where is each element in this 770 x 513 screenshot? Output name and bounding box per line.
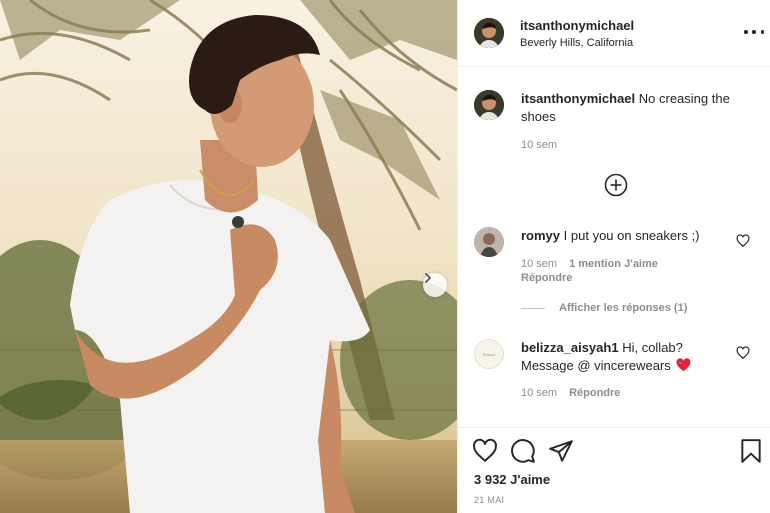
post-location[interactable]: Beverly Hills, California <box>520 37 633 49</box>
avatar-image: Belizza <box>475 340 503 368</box>
comment-meta: 10 sem Répondre <box>521 387 620 399</box>
post-header: itsanthonymichael Beverly Hills, Califor… <box>458 0 770 67</box>
more-options-icon[interactable] <box>744 24 764 40</box>
comment-likes[interactable]: 1 mention J'aime <box>569 258 658 270</box>
chevron-right-icon <box>425 273 431 283</box>
avatar[interactable]: Belizza <box>474 339 504 369</box>
comment-text: belizza_aisyah1 Hi, collab? Message @ vi… <box>521 339 736 375</box>
reply-button[interactable]: Répondre <box>521 272 572 284</box>
comment-icon[interactable] <box>510 438 536 464</box>
comment-meta: 10 sem 1 mention J'aime <box>521 258 658 270</box>
caption-text: itsanthonymichael No creasing the shoes <box>521 90 751 126</box>
add-circle-icon[interactable] <box>604 173 628 197</box>
avatar[interactable] <box>474 90 504 120</box>
svg-text:Belizza: Belizza <box>483 352 495 357</box>
comment-body: I put you on sneakers ;) <box>563 228 700 243</box>
caption-time[interactable]: 10 sem <box>521 139 557 151</box>
comment-time[interactable]: 10 sem <box>521 387 557 399</box>
view-replies-button[interactable]: Afficher les réponses (1) <box>521 302 687 314</box>
avatar-image <box>474 18 504 48</box>
avatar-image <box>474 90 504 120</box>
comment-username[interactable]: romyy <box>521 228 560 243</box>
bookmark-icon[interactable] <box>738 438 764 464</box>
post-username[interactable]: itsanthonymichael <box>520 18 634 33</box>
reply-button[interactable]: Répondre <box>569 387 620 399</box>
avatar-image <box>474 227 504 257</box>
heart-icon[interactable] <box>472 438 498 464</box>
share-icon[interactable] <box>548 438 574 464</box>
avatar[interactable] <box>474 18 504 48</box>
heart-icon[interactable] <box>736 234 750 248</box>
caption-username[interactable]: itsanthonymichael <box>521 91 635 106</box>
post-side-panel: itsanthonymichael Beverly Hills, Califor… <box>457 0 770 513</box>
divider <box>521 307 545 309</box>
heart-icon[interactable] <box>736 346 750 360</box>
view-replies-label: Afficher les réponses (1) <box>559 302 688 314</box>
comment-username[interactable]: belizza_aisyah1 <box>521 340 619 355</box>
comment-time[interactable]: 10 sem <box>521 258 557 270</box>
post-actions: 3 932 J'aime 21 MAI <box>458 427 770 513</box>
post-date: 21 MAI <box>474 495 505 505</box>
photo-illustration <box>0 0 457 513</box>
like-count[interactable]: 3 932 J'aime <box>474 472 550 487</box>
comment-text: romyy I put you on sneakers ;) <box>521 227 736 245</box>
red-heart-emoji-icon <box>676 358 691 372</box>
avatar[interactable] <box>474 227 504 257</box>
post-photo[interactable] <box>0 0 457 513</box>
next-photo-button[interactable] <box>423 273 447 297</box>
